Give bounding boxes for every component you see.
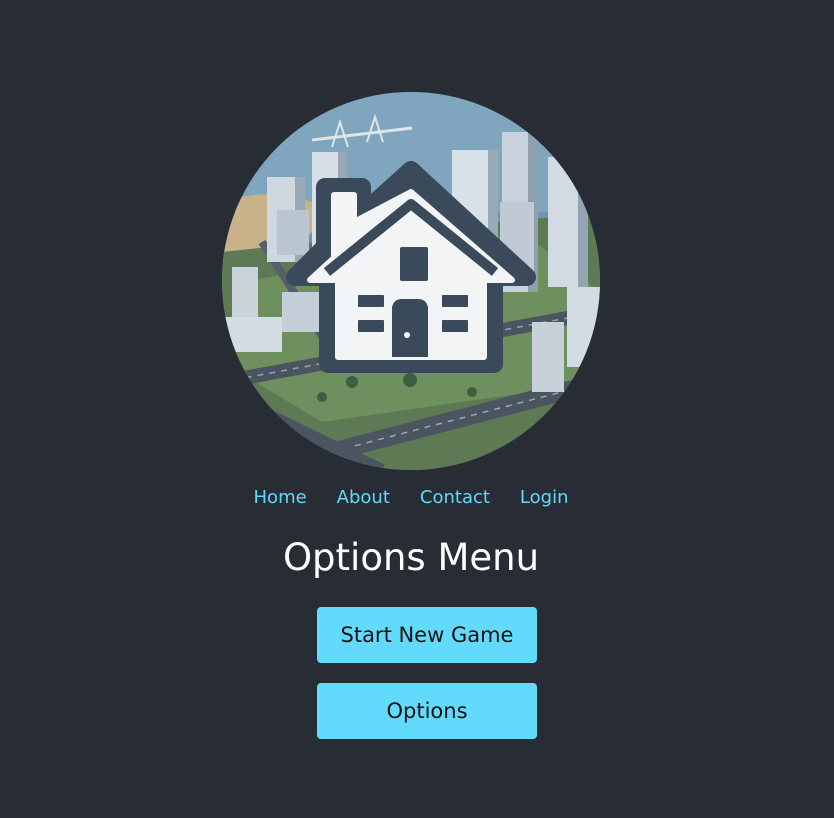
start-new-game-button[interactable]: Start New Game xyxy=(317,607,537,663)
page-title: Options Menu xyxy=(282,536,540,579)
nav-link-login[interactable]: Login xyxy=(520,486,569,510)
nav-link-contact[interactable]: Contact xyxy=(420,486,490,510)
nav-link-home[interactable]: Home xyxy=(254,486,307,510)
city-house-logo-image xyxy=(222,92,600,470)
city-house-logo xyxy=(222,92,600,470)
options-button[interactable]: Options xyxy=(317,683,537,739)
main-nav: Home About Contact Login xyxy=(0,486,822,510)
page: Home About Contact Login Options Menu St… xyxy=(0,0,834,818)
nav-link-about[interactable]: About xyxy=(337,486,390,510)
